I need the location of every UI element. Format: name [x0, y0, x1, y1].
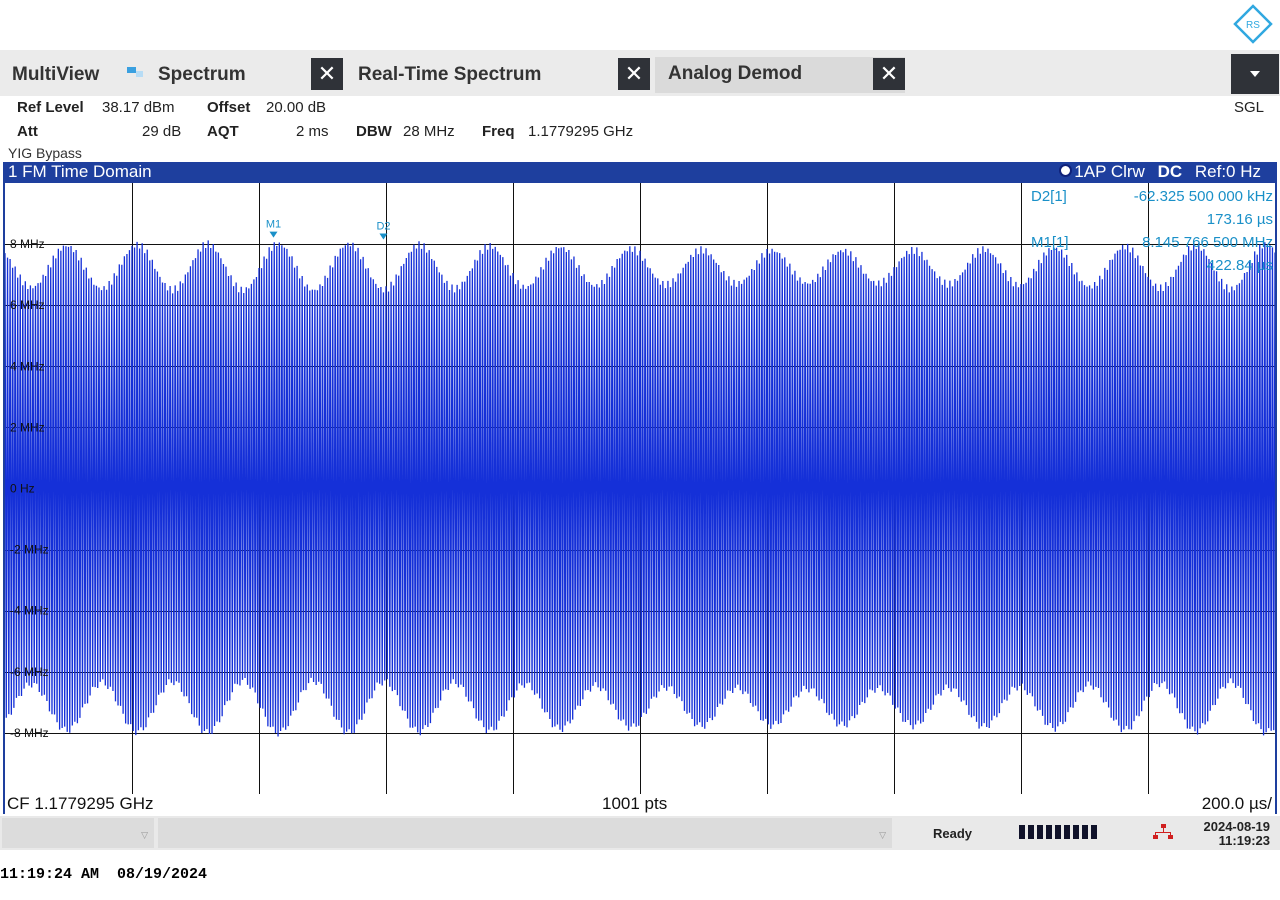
tab-spectrum[interactable]: Spectrum [158, 64, 246, 86]
y-tick-label: -2 MHz [10, 543, 49, 557]
fm-time-domain-plot[interactable]: 8 MHz 6 MHz 4 MHz 2 MHz 0 Hz -2 MHz -4 MHz -6 M… [5, 183, 1275, 794]
status-datetime: 2024-08-19 11:19:23 [1186, 819, 1271, 848]
y-tick-label: 8 MHz [10, 237, 45, 251]
progress-cell [1082, 825, 1088, 839]
freq-value: 1.1779295 GHz [528, 123, 634, 140]
y-tick-label: 4 MHz [10, 359, 45, 373]
aqt-value: 2 ms [296, 123, 329, 140]
tab-analog-demod-close-icon[interactable]: ✕ [873, 58, 905, 90]
marker-d2-value: -62.325 500 000 kHz [1134, 188, 1273, 205]
rs-logo-icon: RS [1233, 4, 1273, 44]
y-tick-label: 0 Hz [10, 482, 35, 496]
panel-header: 1 FM Time Domain 1AP Clrw DC Ref:0 Hz [3, 162, 1277, 182]
progress-cell [1019, 825, 1025, 839]
chevron-down-icon: ▽ [879, 830, 886, 840]
center-frequency: CF 1.1779295 GHz [7, 794, 154, 813]
progress-cell [1064, 825, 1070, 839]
marker-m1-time: 422.84 µs [1207, 257, 1273, 274]
logo-text: RS [1246, 20, 1260, 31]
offset-value: 20.00 dB [266, 99, 327, 116]
tab-multiview[interactable]: MultiView [12, 64, 99, 86]
chevron-down-icon: ▽ [141, 830, 148, 840]
trace-indicator-icon [1059, 164, 1073, 177]
tab-real-time-spectrum-close-icon[interactable]: ✕ [618, 58, 650, 90]
y-tick-label: 6 MHz [10, 298, 45, 312]
capture-timestamp: 11:19:24 AM 08/19/2024 [0, 866, 208, 883]
dbw-value: 28 MHz [403, 123, 455, 140]
att-value: 29 dB [142, 123, 182, 140]
progress-cell [1028, 825, 1034, 839]
freq-label: Freq [482, 123, 515, 140]
marker-d2-time: 173.16 µs [1207, 211, 1273, 228]
progress-cell [1046, 825, 1052, 839]
progress-cell [1055, 825, 1061, 839]
y-tick-label: -6 MHz [10, 665, 49, 679]
progress-bar [1019, 825, 1099, 839]
tab-analog-demod[interactable]: Analog Demod [668, 63, 802, 85]
aqt-label: AQT [207, 123, 239, 140]
multiview-icon [127, 67, 143, 77]
y-tick-label: -4 MHz [10, 604, 49, 618]
progress-cell [1037, 825, 1043, 839]
dropdown-arrow-icon [1250, 71, 1260, 78]
graph-footer: CF 1.1779295 GHz 1001 pts 200.0 µs/ [5, 794, 1275, 814]
marker-m1-label: M1[1] [1031, 234, 1069, 251]
marker-tag: D2 [376, 221, 390, 233]
coupling: DC [1157, 162, 1183, 181]
ref-value: Ref:0 Hz [1194, 162, 1261, 181]
top-blank-area [0, 0, 1280, 50]
status-field-1[interactable]: ▽ [2, 818, 154, 848]
trace-info: 1AP Clrw [1074, 162, 1145, 181]
ref-level-value: 38.17 dBm [102, 99, 175, 116]
y-tick-label: -8 MHz [10, 726, 49, 740]
y-tick-label: 2 MHz [10, 420, 45, 434]
sgl-indicator: SGL [1234, 99, 1265, 116]
status-ready: Ready [933, 826, 973, 841]
dbw-label: DBW [356, 123, 392, 140]
att-label: Att [17, 123, 38, 140]
offset-label: Offset [207, 99, 251, 116]
ref-level-label: Ref Level [17, 99, 84, 116]
tab-real-time-spectrum[interactable]: Real-Time Spectrum [358, 64, 541, 86]
status-time: 11:19:23 [1218, 833, 1270, 848]
status-field-2[interactable]: ▽ [158, 818, 892, 848]
marker-m1-value: 8.145 766 500 MHz [1142, 234, 1273, 251]
marker-tag: M1 [266, 219, 281, 231]
tab-spectrum-close-icon[interactable]: ✕ [311, 58, 343, 90]
progress-cell [1073, 825, 1079, 839]
status-date: 2024-08-19 [1203, 819, 1271, 834]
panel-trace-settings: 1AP Clrw DC Ref:0 Hz [1059, 162, 1261, 182]
panel-title: 1 FM Time Domain [8, 162, 152, 181]
menu-dropdown-button[interactable] [1231, 54, 1279, 94]
progress-cell [1091, 825, 1097, 839]
yig-bypass-indicator: YIG Bypass [8, 145, 82, 161]
marker-d2-label: D2[1] [1031, 188, 1067, 205]
point-count: 1001 pts [602, 794, 668, 813]
network-icon [1153, 824, 1173, 839]
time-per-division: 200.0 µs/ [1201, 794, 1272, 813]
